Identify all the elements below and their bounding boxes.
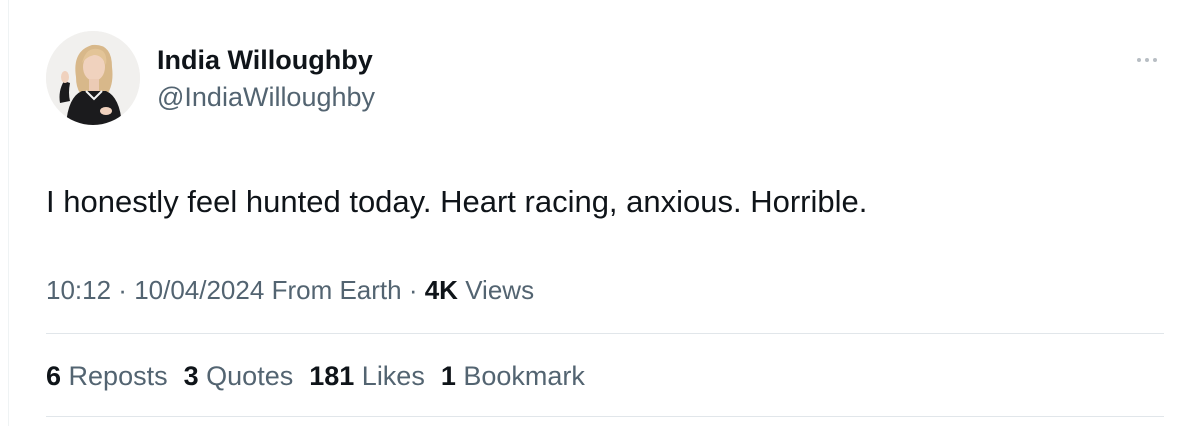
more-horizontal-icon bbox=[1137, 58, 1141, 62]
reposts-stat[interactable]: 6 Reposts bbox=[46, 358, 168, 394]
quotes-count: 3 bbox=[183, 361, 199, 391]
avatar-image bbox=[46, 31, 140, 125]
engagement-stats: 6 Reposts 3 Quotes 181 Likes 1 Bookmark bbox=[46, 358, 585, 394]
tweet-date[interactable]: 10/04/2024 bbox=[134, 275, 264, 305]
left-border bbox=[8, 0, 9, 426]
tweet-text: I honestly feel hunted today. Heart raci… bbox=[46, 184, 868, 219]
author-handle[interactable]: @IndiaWilloughby bbox=[157, 80, 375, 114]
tweet-source: From Earth bbox=[271, 275, 402, 305]
reposts-label: Reposts bbox=[68, 361, 168, 391]
more-horizontal-icon-dot bbox=[1153, 58, 1157, 62]
author-display-name[interactable]: India Willoughby bbox=[157, 43, 373, 77]
tweet-meta: 10:12 · 10/04/2024 From Earth · 4K Views bbox=[46, 273, 534, 307]
tweet-card: India Willoughby @IndiaWilloughby I hone… bbox=[46, 0, 1164, 426]
likes-count: 181 bbox=[309, 361, 355, 391]
views-label: Views bbox=[465, 275, 535, 305]
meta-separator: · bbox=[111, 275, 135, 305]
likes-stat[interactable]: 181 Likes bbox=[309, 358, 425, 394]
bookmarks-count: 1 bbox=[440, 361, 456, 391]
divider bbox=[46, 333, 1164, 334]
likes-label: Likes bbox=[361, 361, 425, 391]
quotes-label: Quotes bbox=[206, 361, 294, 391]
tweet-time[interactable]: 10:12 bbox=[46, 275, 111, 305]
avatar[interactable] bbox=[46, 31, 140, 125]
more-horizontal-icon-dot bbox=[1145, 58, 1149, 62]
views-count: 4K bbox=[424, 275, 458, 305]
meta-separator: · bbox=[401, 275, 425, 305]
quotes-stat[interactable]: 3 Quotes bbox=[184, 358, 294, 394]
reposts-count: 6 bbox=[46, 361, 62, 391]
more-options-button[interactable] bbox=[1130, 50, 1164, 70]
divider bbox=[46, 416, 1164, 417]
bookmarks-label: Bookmark bbox=[463, 361, 585, 391]
bookmarks-stat[interactable]: 1 Bookmark bbox=[441, 358, 585, 394]
